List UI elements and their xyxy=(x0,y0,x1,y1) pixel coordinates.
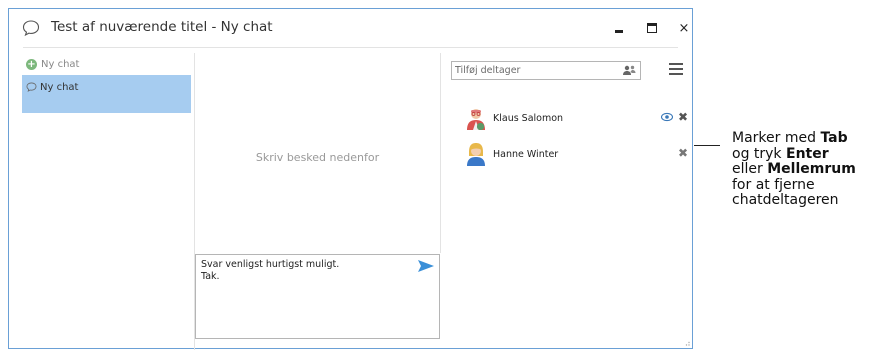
participant-row: Hanne Winter ✖ xyxy=(465,142,688,168)
resize-grip-icon[interactable] xyxy=(684,340,690,346)
remove-participant-icon[interactable]: ✖ xyxy=(678,110,688,124)
close-icon: × xyxy=(678,20,690,36)
window-title: Test af nuværende titel - Ny chat xyxy=(51,19,273,35)
callout-text: Marker med xyxy=(732,130,821,146)
add-person-icon[interactable] xyxy=(622,65,636,76)
eye-icon[interactable] xyxy=(661,112,673,122)
chat-list-item-label: Ny chat xyxy=(40,82,79,93)
minimize-button[interactable] xyxy=(606,17,632,39)
callout-annotation: Marker med Tab og tryk Enter eller Melle… xyxy=(732,130,876,209)
column-divider xyxy=(440,53,441,253)
callout-key-enter: Enter xyxy=(786,145,829,162)
plus-circle-icon: + xyxy=(26,58,37,70)
maximize-icon xyxy=(647,23,657,33)
title-bar[interactable]: Test af nuværende titel - Ny chat × xyxy=(9,9,692,47)
chat-window: Test af nuværende titel - Ny chat × + Ny… xyxy=(8,8,693,350)
remove-participant-icon[interactable]: ✖ xyxy=(678,146,688,160)
title-divider xyxy=(23,47,678,48)
participants-panel: Klaus Salomon ✖ Hanne Winter ✖ xyxy=(447,53,688,343)
callout-leader-line xyxy=(694,145,720,146)
participant-name: Klaus Salomon xyxy=(493,113,564,124)
callout-text: og tryk xyxy=(732,145,786,162)
callout-text: eller xyxy=(732,161,768,177)
chat-bubble-icon xyxy=(26,82,37,92)
participant-row: Klaus Salomon ✖ xyxy=(465,106,688,132)
minimize-icon xyxy=(615,30,623,33)
compose-text: Svar venligst hurtigst muligt. Tak. xyxy=(201,259,340,282)
message-area: Skriv besked nedenfor xyxy=(195,53,440,253)
new-chat-label: Ny chat xyxy=(41,58,80,70)
avatar xyxy=(467,109,485,130)
close-button[interactable]: × xyxy=(671,17,697,39)
chat-list: + Ny chat Ny chat xyxy=(22,53,191,113)
avatar xyxy=(467,143,485,166)
new-chat-button[interactable]: + Ny chat xyxy=(22,53,191,75)
chat-bubble-icon xyxy=(22,20,40,37)
callout-text: for at fjerne xyxy=(732,176,815,193)
chat-list-item[interactable]: Ny chat xyxy=(22,75,191,113)
message-placeholder: Skriv besked nedenfor xyxy=(255,151,380,164)
callout-text: chatdeltageren xyxy=(732,192,839,208)
maximize-button[interactable] xyxy=(639,17,665,39)
message-compose-field[interactable]: Svar venligst hurtigst muligt. Tak. xyxy=(195,254,440,339)
send-icon[interactable] xyxy=(417,259,435,273)
add-participant-input[interactable] xyxy=(455,64,615,77)
callout-key-space: Mellemrum xyxy=(767,161,856,177)
participant-name: Hanne Winter xyxy=(493,149,559,160)
add-participant-field[interactable] xyxy=(451,61,641,80)
hamburger-menu-icon[interactable] xyxy=(669,63,683,75)
callout-key-tab: Tab xyxy=(820,130,848,146)
